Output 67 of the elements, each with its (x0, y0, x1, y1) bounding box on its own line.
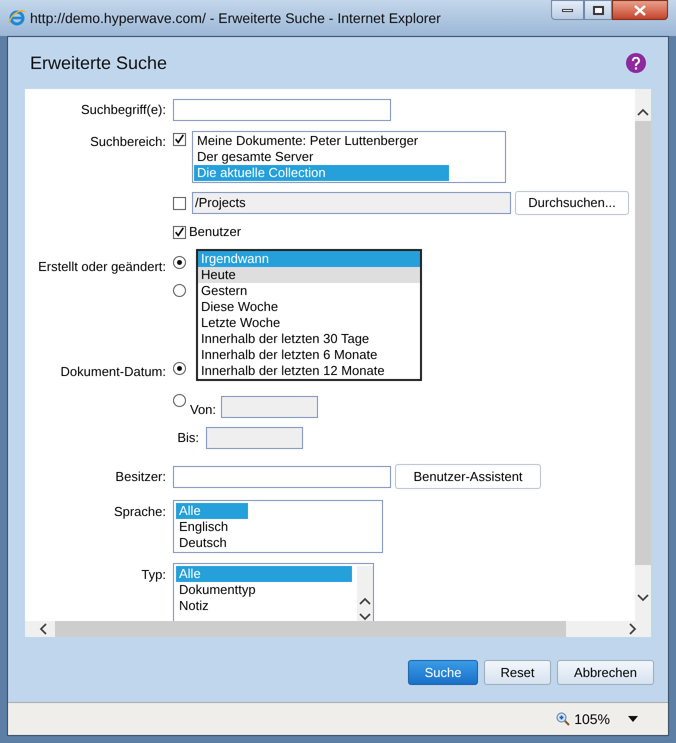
list-option[interactable]: Innerhalb der letzten 6 Monate (198, 347, 420, 363)
field-label: Typ: (141, 566, 166, 584)
zoom-icon[interactable] (556, 712, 570, 726)
list-option[interactable]: Letzte Woche (198, 315, 420, 331)
dialog-title: Erweiterte Suche (30, 52, 168, 74)
scroll-right-icon[interactable] (627, 623, 637, 635)
list-option[interactable]: Diese Woche (198, 299, 420, 315)
field-label: Bis: (177, 429, 199, 448)
radio-button[interactable] (173, 394, 186, 406)
scroll-down-icon[interactable] (359, 612, 371, 621)
scope-list[interactable]: Meine Dokumente: Peter Luttenberger Der gesamte Server Die aktuelle Collection (192, 131, 506, 183)
checkbox[interactable] (173, 226, 186, 238)
scroll-down-icon[interactable] (637, 593, 649, 603)
field-label: Dokument-Datum: (60, 363, 166, 381)
field-label: Sprache: (114, 503, 166, 521)
horizontal-scrollbar[interactable] (25, 621, 651, 637)
radio-button[interactable] (173, 284, 186, 297)
list-option[interactable]: Englisch (176, 519, 248, 535)
list-option[interactable]: Heute (198, 267, 420, 283)
checkmark-icon (174, 226, 185, 238)
field-label: Suchbereich: (90, 133, 166, 151)
scroll-up-icon[interactable] (637, 107, 649, 117)
field-label: Von: (190, 400, 216, 418)
scroll-up-icon[interactable] (359, 596, 371, 606)
dialog-button[interactable]: Suche (408, 660, 478, 685)
dialog-button[interactable]: Abbrechen (557, 660, 654, 685)
maximize-button[interactable] (584, 0, 612, 20)
radio-button[interactable] (173, 256, 186, 269)
list-option[interactable]: Innerhalb der letzten 30 Tage (198, 331, 420, 347)
list-option[interactable]: Dokumenttyp (176, 582, 352, 598)
owner-field[interactable] (173, 466, 391, 488)
from-date-field[interactable] (221, 396, 318, 418)
search-terms-field[interactable] (173, 99, 391, 121)
type-list[interactable]: Alle Dokumenttyp Notiz (173, 563, 374, 621)
to-date-field[interactable] (206, 427, 303, 449)
maximize-icon (592, 6, 604, 14)
user-assistant-button[interactable]: Benutzer-Assistent (395, 464, 541, 489)
close-icon (634, 4, 646, 16)
list-option[interactable]: Gestern (198, 283, 420, 299)
field-label: Besitzer: (115, 468, 166, 486)
path-field[interactable]: /Projects (192, 192, 511, 214)
minimize-icon (562, 8, 573, 12)
list-option[interactable]: Innerhalb der letzten 12 Monate (198, 363, 420, 379)
field-label: Suchbegriff(e): (80, 101, 166, 120)
checkbox[interactable] (173, 196, 186, 210)
checkmark-icon (174, 133, 185, 146)
checkbox-label: Benutzer (189, 223, 242, 242)
window-title: http://demo.hyperwave.com/ - Erweiterte Suche - Internet Explorer (30, 8, 441, 28)
vertical-scrollbar[interactable] (635, 89, 651, 621)
date-range-dropdown[interactable]: Irgendwann Heute Gestern Diese Woche Letzte Woche Innerhalb der letzten 30 Tage Innerhalb der letzten 6 Monate Innerhalb der letzten 12 Monate (196, 249, 422, 381)
list-option[interactable]: Meine Dokumente: Peter Luttenberger (194, 133, 449, 149)
close-button[interactable] (612, 0, 668, 20)
minimize-button[interactable] (551, 0, 584, 20)
help-icon[interactable] (626, 53, 646, 73)
list-option[interactable]: Der gesamte Server (194, 149, 449, 165)
checkbox[interactable] (173, 133, 186, 146)
browse-button[interactable]: Durchsuchen... (515, 191, 629, 215)
language-list[interactable]: Alle Englisch Deutsch (173, 500, 383, 553)
list-option[interactable]: Notiz (176, 598, 352, 614)
list-option[interactable]: Deutsch (176, 535, 248, 551)
browser-logo-icon (8, 9, 24, 27)
dialog-button[interactable]: Reset (484, 660, 551, 685)
scroll-left-icon[interactable] (39, 623, 49, 635)
field-label: Erstellt oder geändert: (38, 258, 166, 276)
dropdown-caret-icon[interactable] (628, 716, 638, 722)
zoom-level: 105% (574, 710, 610, 728)
radio-button[interactable] (173, 362, 186, 375)
